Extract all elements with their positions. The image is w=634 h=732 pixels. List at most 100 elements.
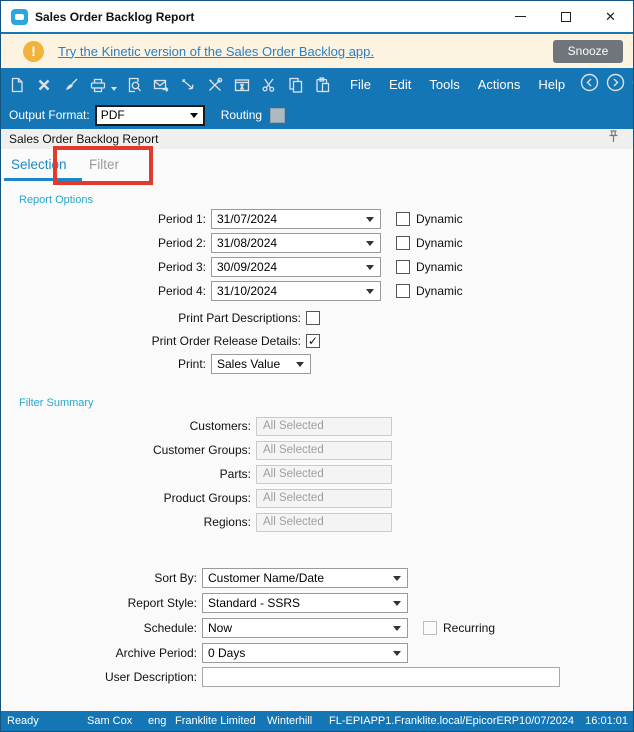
period-4-combo[interactable]: 31/10/2024 <box>211 281 381 301</box>
menu-file[interactable]: File <box>341 77 380 92</box>
snooze-button[interactable]: Snooze <box>553 39 623 63</box>
send-email-icon[interactable] <box>152 76 170 94</box>
window-title: Sales Order Backlog Report <box>35 9 195 24</box>
print-value: Sales Value <box>217 357 281 371</box>
chevron-down-icon <box>366 216 374 222</box>
sort-by-label: Sort By: <box>154 571 197 585</box>
user-description-input[interactable] <box>202 667 560 687</box>
print-part-descriptions-checkbox[interactable] <box>306 311 320 325</box>
new-document-icon[interactable] <box>8 76 26 94</box>
recurring-label: Recurring <box>443 621 496 635</box>
clear-icon[interactable] <box>62 76 80 94</box>
tab-selection[interactable]: Selection <box>11 157 67 172</box>
report-style-combo[interactable]: Standard - SSRS <box>202 593 408 613</box>
customers-field: All Selected <box>256 416 392 436</box>
close-icon: ✕ <box>605 8 616 24</box>
user-description-label: User Description: <box>104 670 197 684</box>
status-time: 16:01:01 <box>585 715 628 727</box>
parts-label: Parts: <box>219 467 251 481</box>
product-groups-field: All Selected <box>256 488 392 508</box>
period-1-combo[interactable]: 31/07/2024 <box>211 209 381 229</box>
schedule-row: Schedule: Now Recurring <box>1 618 633 638</box>
period-3-dynamic-label: Dynamic <box>416 260 463 274</box>
period-2-label: Period 2: <box>157 236 206 250</box>
chevron-down-icon <box>393 625 401 631</box>
back-icon[interactable] <box>580 73 599 97</box>
period-1-dynamic-label: Dynamic <box>416 212 463 226</box>
schedule-icon[interactable] <box>233 76 251 94</box>
user-description-row: User Description: <box>1 667 633 687</box>
report-tools-icon[interactable] <box>206 76 224 94</box>
app-icon <box>11 8 28 25</box>
schedule-combo[interactable]: Now <box>202 618 408 638</box>
print-part-descriptions-row: Print Part Descriptions: <box>1 308 633 328</box>
regions-label: Regions: <box>203 515 251 529</box>
minimize-button[interactable] <box>498 1 543 32</box>
delete-icon[interactable] <box>35 76 53 94</box>
period-2-row: Period 2: 31/08/2024 Dynamic <box>1 233 633 253</box>
print-order-release-label: Print Order Release Details: <box>151 334 301 348</box>
status-server: FL-EPIAPP1.Franklite.local/EpicorERP <box>329 715 520 727</box>
schedule-value: Now <box>208 621 233 635</box>
sort-by-row: Sort By: Customer Name/Date <box>1 568 633 588</box>
period-3-dynamic-checkbox[interactable] <box>396 260 410 274</box>
period-1-dynamic-checkbox[interactable] <box>396 212 410 226</box>
product-groups-row: Product Groups: All Selected <box>1 488 633 508</box>
customers-label: Customers: <box>189 419 251 433</box>
period-1-value: 31/07/2024 <box>217 212 278 226</box>
minimize-icon <box>515 16 526 17</box>
print-label: Print: <box>177 357 206 371</box>
archive-period-row: Archive Period: 0 Days <box>1 643 633 663</box>
print-preview-icon[interactable] <box>125 76 143 94</box>
process-icon[interactable] <box>179 76 197 94</box>
archive-period-combo[interactable]: 0 Days <box>202 643 408 663</box>
print-icon[interactable] <box>89 76 107 94</box>
status-company: Franklite Limited <box>175 715 256 727</box>
sales-order-backlog-report-window: Sales Order Backlog Report ✕ ! Try the K… <box>0 0 634 732</box>
menu-edit[interactable]: Edit <box>380 77 420 92</box>
main-toolbar: File Edit Tools Actions Help <box>1 68 633 101</box>
archive-period-value: 0 Days <box>208 646 246 660</box>
status-language: eng <box>148 715 167 727</box>
print-order-release-checkbox[interactable]: ✓ <box>306 334 320 348</box>
copy-icon[interactable] <box>287 76 305 94</box>
kinetic-link[interactable]: Try the Kinetic version of the Sales Ord… <box>58 44 374 59</box>
output-format-bar: Output Format: PDF Routing <box>1 101 633 129</box>
status-state: Ready <box>7 715 39 727</box>
maximize-icon <box>560 11 571 22</box>
tab-filter[interactable]: Filter <box>89 157 119 172</box>
print-row: Print: Sales Value <box>1 354 633 374</box>
menu-actions[interactable]: Actions <box>469 77 530 92</box>
regions-field: All Selected <box>256 512 392 532</box>
period-1-row: Period 1: 31/07/2024 Dynamic <box>1 209 633 229</box>
customer-groups-row: Customer Groups: All Selected <box>1 440 633 460</box>
push-pin-icon[interactable] <box>608 130 619 148</box>
report-style-value: Standard - SSRS <box>208 596 301 610</box>
print-dropdown-caret[interactable] <box>111 86 117 91</box>
report-style-row: Report Style: Standard - SSRS <box>1 593 633 613</box>
close-button[interactable]: ✕ <box>588 1 633 32</box>
active-tab-underline <box>4 178 82 181</box>
print-combo[interactable]: Sales Value <box>211 354 311 374</box>
routing-checkbox <box>270 107 286 123</box>
menu-help[interactable]: Help <box>529 77 574 92</box>
parts-field: All Selected <box>256 464 392 484</box>
sort-by-combo[interactable]: Customer Name/Date <box>202 568 408 588</box>
filter-summary-section-label: Filter Summary <box>19 397 94 409</box>
period-4-row: Period 4: 31/10/2024 Dynamic <box>1 281 633 301</box>
print-order-release-row: Print Order Release Details: ✓ <box>1 331 633 351</box>
chevron-down-icon <box>393 575 401 581</box>
output-format-combo[interactable]: PDF <box>94 104 205 126</box>
paste-icon[interactable] <box>314 76 332 94</box>
period-3-row: Period 3: 30/09/2024 Dynamic <box>1 257 633 277</box>
chevron-down-icon <box>189 112 198 118</box>
period-4-dynamic-checkbox[interactable] <box>396 284 410 298</box>
period-2-combo[interactable]: 31/08/2024 <box>211 233 381 253</box>
forward-icon[interactable] <box>606 73 625 97</box>
maximize-button[interactable] <box>543 1 588 32</box>
menu-tools[interactable]: Tools <box>420 77 468 92</box>
period-3-combo[interactable]: 30/09/2024 <box>211 257 381 277</box>
period-2-dynamic-checkbox[interactable] <box>396 236 410 250</box>
status-bar: Ready Sam Cox eng Franklite Limited Wint… <box>1 711 633 731</box>
cut-icon[interactable] <box>260 76 278 94</box>
